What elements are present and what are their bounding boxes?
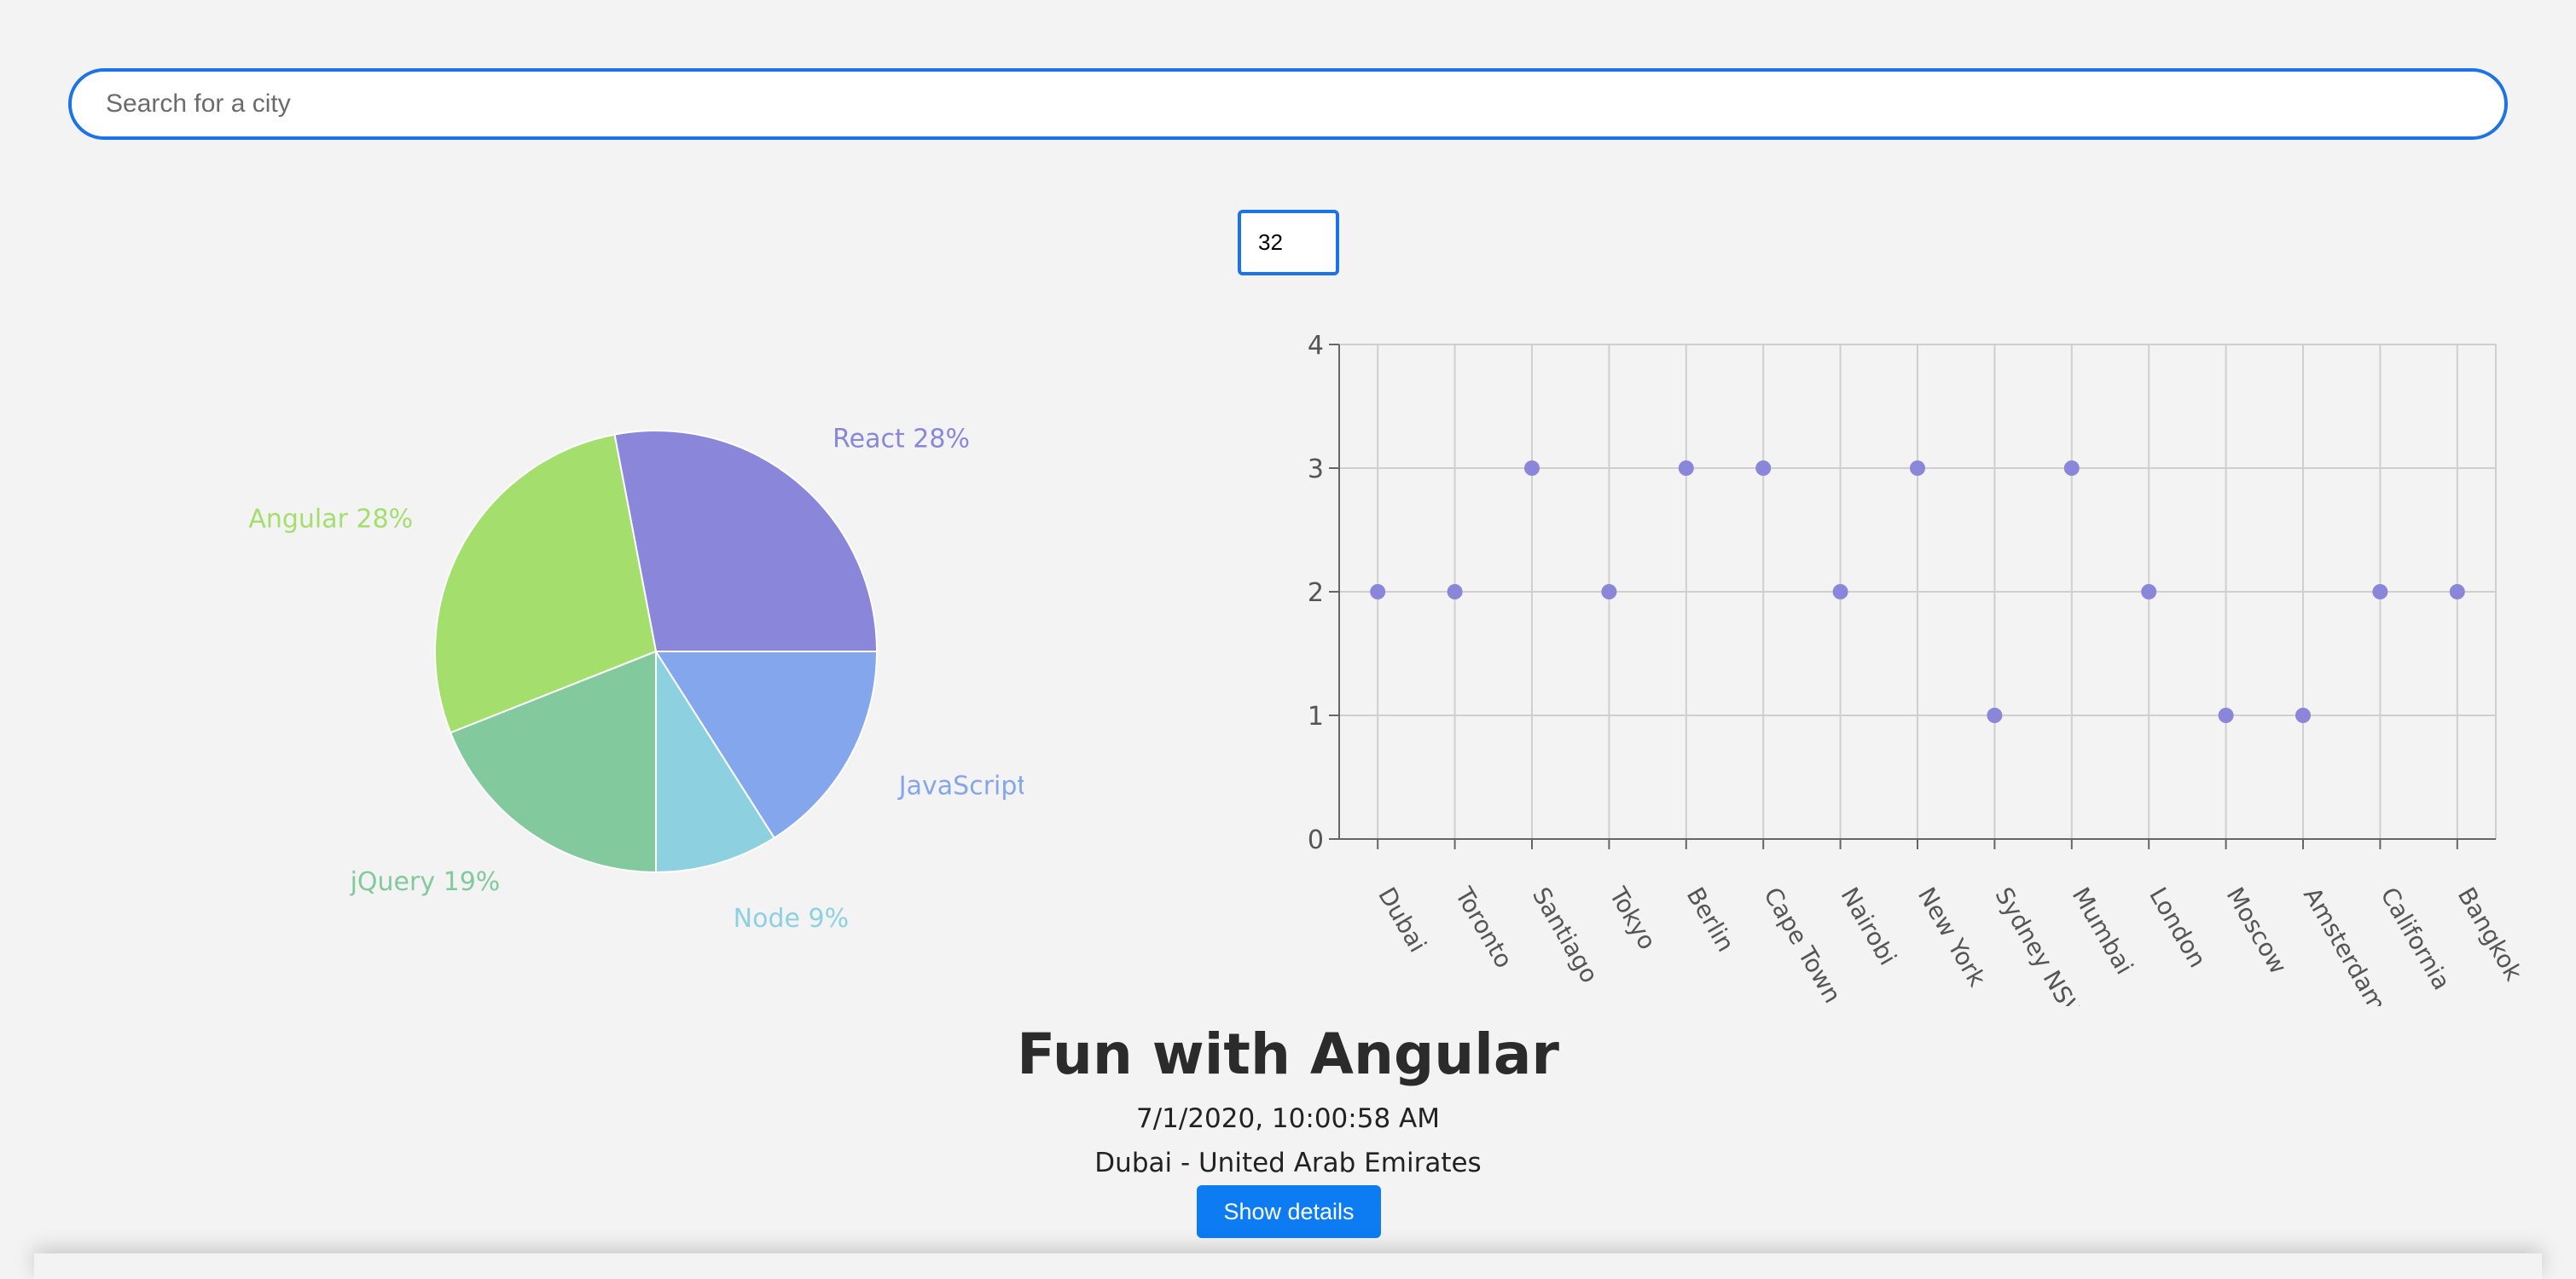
bottom-panel-edge: [34, 1253, 2542, 1279]
y-tick-label: 0: [1308, 825, 1324, 855]
timestamp: 7/1/2020, 10:00:58 AM: [1136, 1103, 1440, 1134]
x-tick-label-nairobi: Nairobi: [1836, 883, 1902, 970]
scatter-point-new-york[interactable]: [1910, 460, 1925, 476]
x-tick-label-new-york: New York: [1912, 883, 1992, 992]
x-tick-label-mumbai: Mumbai: [2067, 883, 2139, 979]
scatter-point-nairobi[interactable]: [1832, 584, 1848, 599]
y-tick-label: 1: [1308, 702, 1324, 732]
scatter-point-santiago[interactable]: [1524, 460, 1540, 476]
x-tick-label-tokyo: Tokyo: [1604, 882, 1662, 954]
x-tick-label-santiago: Santiago: [1527, 883, 1604, 987]
scatter-point-toronto[interactable]: [1447, 584, 1463, 599]
x-tick-label-moscow: Moscow: [2221, 883, 2293, 979]
scatter-point-bangkok[interactable]: [2449, 584, 2465, 599]
x-tick-label-amsterdam: Amsterdam: [2298, 883, 2392, 1006]
scatter-chart: 0 1 2 3 4 Dubai Toronto Santiago Tokyo Berlin Cape…: [1308, 331, 2528, 1006]
scatter-point-moscow[interactable]: [2218, 708, 2234, 723]
scatter-point-sydney-nsw[interactable]: [1987, 708, 2003, 723]
page-title: Fun with Angular: [1017, 1021, 1559, 1087]
x-tick-label-cape-town: Cape Town: [1758, 883, 1847, 1006]
y-tick-label: 4: [1308, 331, 1324, 361]
scatter-point-amsterdam[interactable]: [2295, 708, 2311, 723]
scatter-point-dubai[interactable]: [1370, 584, 1386, 599]
scatter-point-mumbai[interactable]: [2063, 460, 2080, 476]
x-tick-label-berlin: Berlin: [1681, 883, 1740, 957]
scatter-point-california[interactable]: [2372, 584, 2388, 599]
scatter-point-london[interactable]: [2141, 584, 2157, 599]
x-tick-label-california: California: [2375, 883, 2456, 995]
location-text: Dubai - United Arab Emirates: [1094, 1148, 1482, 1178]
scatter-point-tokyo[interactable]: [1601, 584, 1617, 599]
x-tick-label-london: London: [2144, 883, 2212, 972]
show-details-button[interactable]: Show details: [1197, 1185, 1381, 1238]
y-tick-label: 3: [1308, 454, 1324, 484]
scatter-point-berlin[interactable]: [1678, 460, 1694, 476]
x-tick-label-bangkok: Bangkok: [2452, 883, 2528, 986]
scatter-point-cape-town[interactable]: [1755, 460, 1772, 476]
y-tick-label: 2: [1308, 578, 1324, 608]
x-tick-label-dubai: Dubai: [1372, 883, 1432, 958]
x-tick-label-toronto: Toronto: [1449, 882, 1518, 973]
